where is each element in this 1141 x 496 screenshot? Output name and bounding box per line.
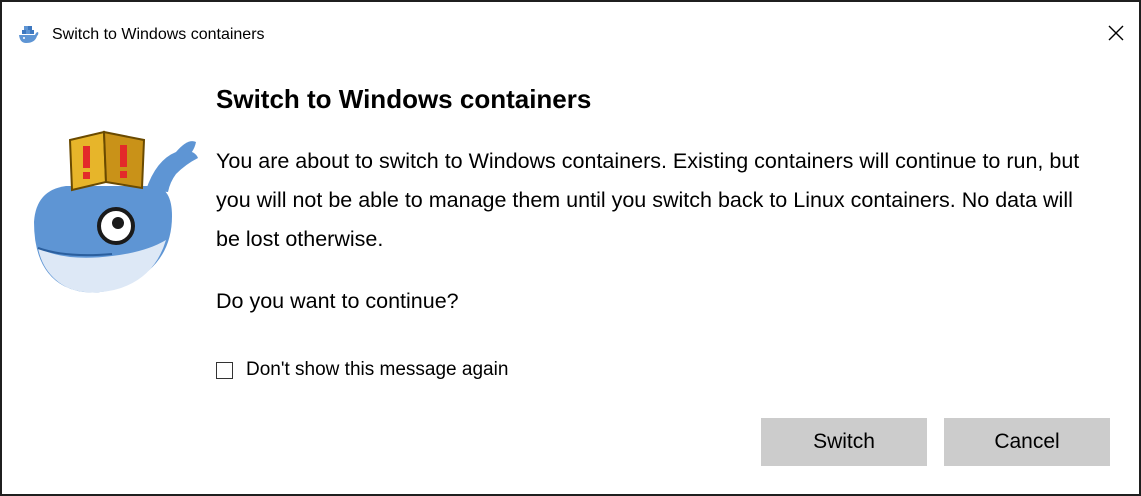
- close-button[interactable]: [1093, 10, 1139, 56]
- cancel-button[interactable]: Cancel: [944, 418, 1110, 466]
- dont-show-again-checkbox-row[interactable]: Don't show this message again: [216, 356, 508, 384]
- dont-show-again-checkbox[interactable]: [216, 361, 233, 379]
- switch-button[interactable]: Switch: [761, 418, 927, 466]
- docker-whale-icon: [18, 24, 40, 46]
- title-bar: Switch to Windows containers: [2, 2, 1139, 62]
- dont-show-again-label[interactable]: Don't show this message again: [246, 357, 508, 383]
- docker-whale-warning-icon: [26, 130, 206, 300]
- dialog-question: Do you want to continue?: [216, 289, 459, 313]
- window-title: Switch to Windows containers: [52, 26, 265, 43]
- dialog-heading: Switch to Windows containers: [216, 84, 592, 114]
- close-icon: [1108, 25, 1124, 41]
- dialog-message: You are about to switch to Windows conta…: [216, 149, 1080, 251]
- dialog-window: Switch to Windows containers Switch to W…: [0, 0, 1141, 496]
